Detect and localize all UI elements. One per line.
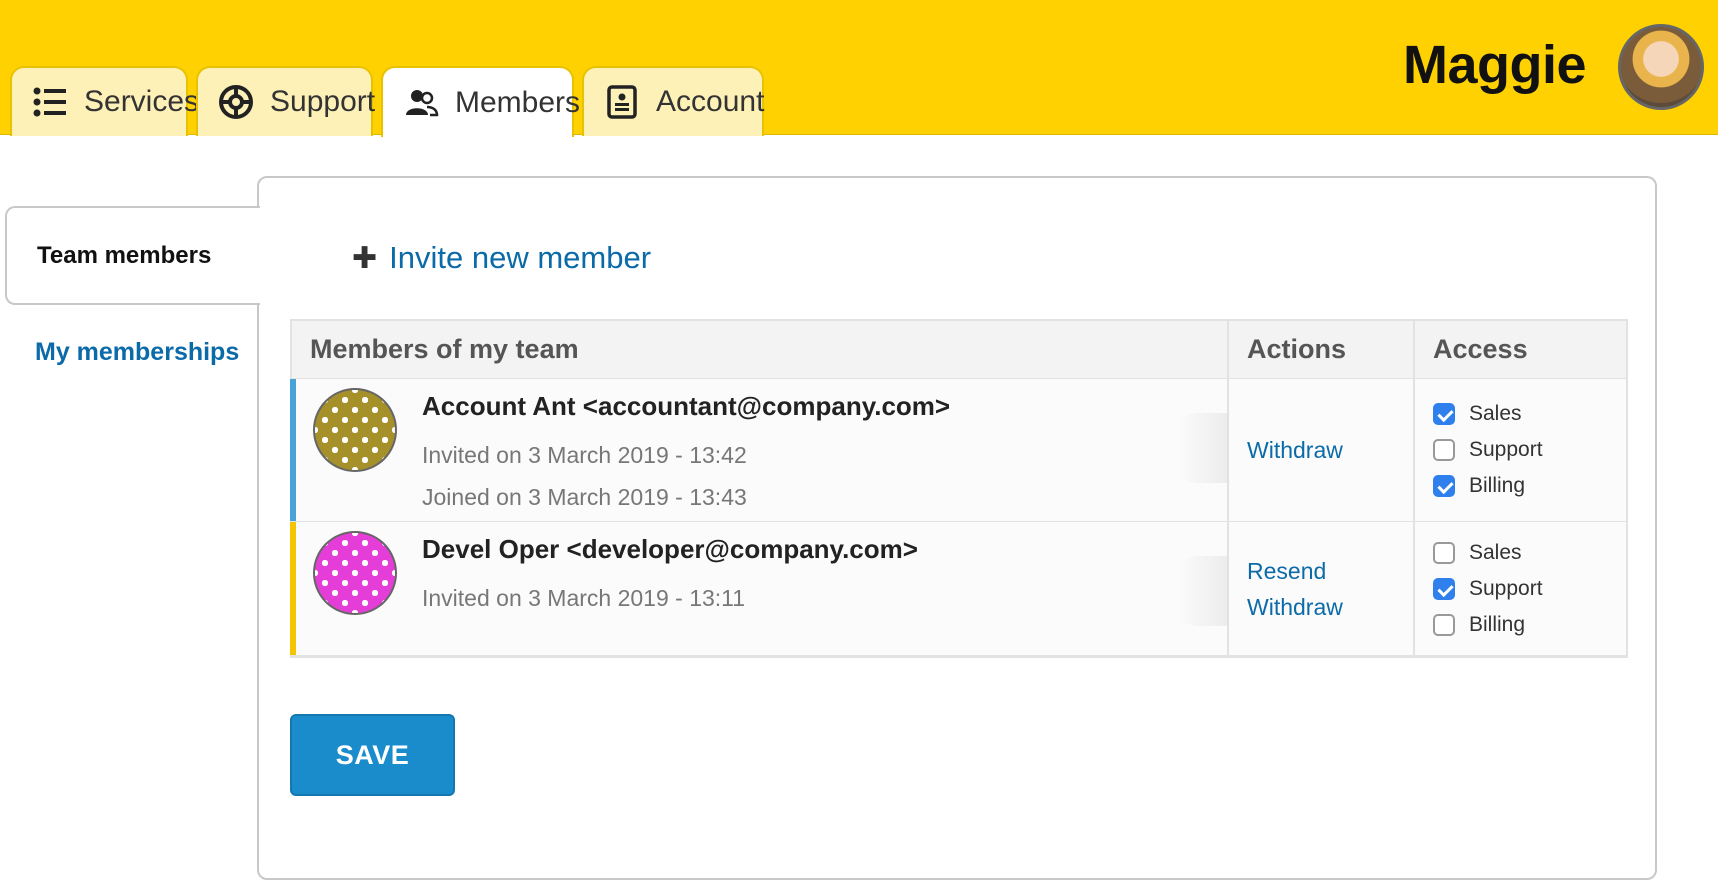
- plus-icon: ✚: [352, 241, 378, 275]
- tab-members-label: Members: [455, 85, 581, 119]
- access-support-checkbox[interactable]: Support: [1433, 571, 1626, 607]
- sidebar-item-team-members[interactable]: Team members: [5, 206, 260, 305]
- sidebar-item-my-memberships[interactable]: My memberships: [35, 338, 239, 367]
- sidebar-item-label: Team members: [37, 241, 212, 269]
- save-button[interactable]: SAVE: [290, 714, 455, 796]
- withdraw-link[interactable]: Withdraw: [1247, 589, 1413, 625]
- id-card-icon: [604, 84, 640, 120]
- checkbox-label: Billing: [1469, 474, 1526, 497]
- checkbox-checked-icon: [1433, 403, 1455, 425]
- checkbox-checked-icon: [1433, 577, 1455, 600]
- tab-support[interactable]: Support: [196, 66, 376, 136]
- access-support-checkbox[interactable]: Support: [1433, 432, 1626, 468]
- invite-label: Invite new member: [389, 240, 652, 275]
- checkbox-label: Support: [1469, 438, 1543, 461]
- invite-new-member-link[interactable]: ✚ Invite new member: [352, 240, 651, 276]
- table-row: Devel Oper <developer@company.com> Invit…: [290, 522, 1626, 656]
- checkbox-unchecked-icon: [1433, 541, 1455, 564]
- checkbox-label: Billing: [1469, 612, 1526, 636]
- access-billing-checkbox[interactable]: Billing: [1433, 607, 1626, 643]
- invited-date: Invited on 3 March 2019 - 13:11: [422, 585, 746, 611]
- actions-cell: Withdraw: [1229, 379, 1415, 521]
- access-cell: Sales Support Billing: [1415, 522, 1626, 655]
- avatar: [313, 531, 397, 615]
- avatar: [313, 388, 397, 472]
- top-header: Services Support Members Account Maggie: [0, 0, 1718, 137]
- tab-services[interactable]: Services: [10, 66, 199, 136]
- member-cell: Devel Oper <developer@company.com> Invit…: [292, 522, 1229, 655]
- tab-members[interactable]: Members: [381, 66, 580, 137]
- table-header: Members of my team Actions Access: [292, 321, 1626, 379]
- checkbox-checked-icon: [1433, 475, 1455, 497]
- tab-services-label: Services: [84, 85, 200, 118]
- actions-cell: Resend Withdraw: [1229, 522, 1415, 655]
- member-name: Devel Oper <developer@company.com>: [422, 534, 918, 564]
- tab-support-label: Support: [270, 85, 376, 118]
- user-avatar[interactable]: [1618, 24, 1704, 110]
- member-info: Devel Oper <developer@company.com> Invit…: [422, 534, 918, 655]
- checkbox-label: Sales: [1469, 402, 1522, 425]
- checkbox-unchecked-icon: [1433, 439, 1455, 461]
- table-row: Account Ant <accountant@company.com> Inv…: [290, 379, 1626, 522]
- access-billing-checkbox[interactable]: Billing: [1433, 468, 1626, 504]
- resend-link[interactable]: Resend: [1247, 553, 1413, 589]
- checkbox-unchecked-icon: [1433, 613, 1455, 636]
- members-table: Members of my team Actions Access Accoun…: [290, 319, 1628, 658]
- invited-date: Invited on 3 March 2019 - 13:42: [422, 442, 747, 468]
- access-cell: Sales Support Billing: [1415, 379, 1626, 521]
- checkbox-label: Sales: [1469, 540, 1522, 564]
- joined-date: Joined on 3 March 2019 - 13:43: [422, 484, 747, 510]
- list-icon: [32, 84, 68, 120]
- tab-account[interactable]: Account: [582, 66, 764, 136]
- header-members: Members of my team: [292, 321, 1229, 378]
- withdraw-link[interactable]: Withdraw: [1247, 432, 1413, 468]
- access-sales-checkbox[interactable]: Sales: [1433, 396, 1626, 432]
- member-name: Account Ant <accountant@company.com>: [422, 391, 951, 421]
- members-panel: ✚ Invite new member Members of my team A…: [257, 176, 1657, 880]
- user-name[interactable]: Maggie: [1403, 34, 1587, 96]
- header-access: Access: [1433, 334, 1528, 364]
- thumbs-up-icon: [1177, 413, 1227, 483]
- tab-account-label: Account: [656, 85, 765, 118]
- checkbox-label: Support: [1469, 576, 1543, 600]
- access-sales-checkbox[interactable]: Sales: [1433, 535, 1626, 571]
- header-actions: Actions: [1229, 321, 1415, 378]
- lifebuoy-icon: [218, 84, 254, 120]
- member-cell: Account Ant <accountant@company.com> Inv…: [292, 379, 1229, 521]
- member-info: Account Ant <accountant@company.com> Inv…: [422, 391, 950, 521]
- users-icon: [403, 85, 439, 121]
- chef-hat-icon: [1177, 556, 1227, 626]
